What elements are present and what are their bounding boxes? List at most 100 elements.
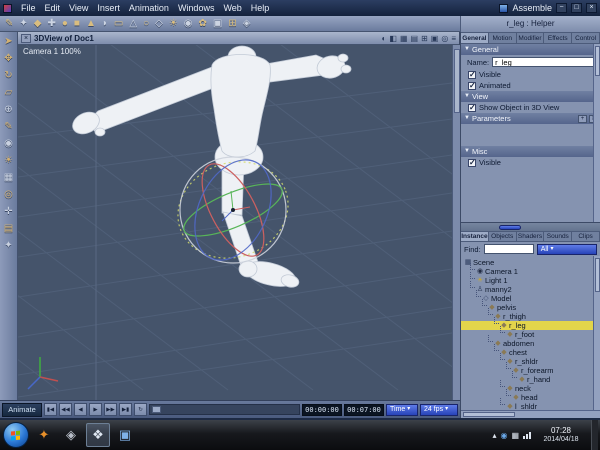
- diamond-icon[interactable]: ◆: [34, 17, 42, 31]
- tree-horizontal-scrollbar[interactable]: [461, 410, 600, 418]
- section-general[interactable]: General: [461, 44, 600, 55]
- cube-icon[interactable]: ■: [74, 17, 80, 31]
- panel-view-icon[interactable]: ▣: [431, 34, 439, 43]
- split-view-icon[interactable]: ◧: [389, 34, 397, 43]
- grid-view-icon[interactable]: ▦: [400, 34, 408, 43]
- plus-icon[interactable]: ✚: [47, 17, 55, 31]
- section-view[interactable]: View: [461, 91, 600, 102]
- grid-tool-icon[interactable]: ▦: [1, 170, 17, 187]
- camera-tool-icon[interactable]: ◉: [184, 17, 193, 31]
- menu-help[interactable]: Help: [251, 3, 270, 13]
- loop-button[interactable]: ↻: [134, 403, 147, 416]
- go-to-start-button[interactable]: ▮◀: [44, 403, 57, 416]
- taskbar-clock[interactable]: 07:28 2014/04/18: [535, 426, 587, 444]
- taskbar-app-1[interactable]: ✦: [32, 423, 56, 447]
- move-icon[interactable]: ✥: [1, 51, 17, 68]
- scrollbar-thumb[interactable]: [463, 412, 515, 417]
- select-arrow-icon[interactable]: ➤: [1, 34, 17, 51]
- rewind-button[interactable]: ◀◀: [59, 403, 72, 416]
- start-button[interactable]: [3, 422, 29, 448]
- tree-item-manny2[interactable]: manny2: [461, 281, 600, 294]
- tree-item-r-leg-selected[interactable]: r_leg: [461, 317, 600, 330]
- find-input[interactable]: [483, 244, 534, 254]
- menu-animation[interactable]: Animation: [129, 3, 169, 13]
- hidden-icons-arrow[interactable]: ▴: [492, 431, 496, 440]
- tab-objects[interactable]: Objects: [488, 231, 517, 242]
- zoom-icon[interactable]: ◎: [1, 187, 17, 204]
- tab-modifier[interactable]: Modifier: [516, 32, 545, 44]
- sun-light-icon[interactable]: ☀: [169, 17, 178, 31]
- panel-collapse-handle[interactable]: [499, 224, 521, 230]
- tree-item-head[interactable]: head: [461, 389, 600, 402]
- menu-view[interactable]: View: [69, 3, 88, 13]
- tree-scrollbar[interactable]: [593, 256, 600, 410]
- crosshair-icon[interactable]: ✛: [1, 204, 17, 221]
- tab-instance[interactable]: Instance: [461, 231, 489, 242]
- taskbar-app-3[interactable]: ▣: [113, 423, 137, 447]
- close-button[interactable]: ×: [586, 3, 597, 13]
- shading-mode-icon[interactable]: ◐: [382, 34, 387, 43]
- target-icon[interactable]: ◉: [1, 136, 17, 153]
- star-tool-icon[interactable]: ✦: [1, 238, 17, 255]
- tree-item-pelvis[interactable]: pelvis: [461, 299, 600, 312]
- grid-icon[interactable]: ⊞: [228, 17, 236, 31]
- plane-icon[interactable]: ▭: [114, 17, 123, 31]
- tree-item-camera[interactable]: Camera 1: [461, 263, 600, 276]
- add-icon[interactable]: ⊕: [1, 102, 17, 119]
- tab-clips[interactable]: Clips: [572, 231, 600, 242]
- menu-windows[interactable]: Windows: [178, 3, 215, 13]
- list-view-icon[interactable]: ▤: [411, 34, 419, 43]
- light-tool-icon[interactable]: ☀: [1, 153, 17, 170]
- particle-icon[interactable]: ✿: [199, 17, 207, 31]
- visible-checkbox[interactable]: [468, 70, 476, 79]
- tree-item-l-shldr[interactable]: l_shldr: [461, 398, 600, 410]
- viewport-menu-icon[interactable]: ≡: [451, 34, 456, 43]
- timeline-slider[interactable]: [149, 404, 300, 415]
- show-object-checkbox[interactable]: [468, 103, 476, 112]
- tab-control[interactable]: Control: [572, 32, 600, 44]
- render-preview-icon[interactable]: ◎: [441, 34, 448, 43]
- tab-shaders[interactable]: Shaders: [516, 231, 545, 242]
- step-back-button[interactable]: ◀: [74, 403, 87, 416]
- sphere-icon[interactable]: ●: [62, 17, 68, 31]
- maximize-button[interactable]: □: [571, 3, 582, 13]
- gem-icon[interactable]: ◇: [155, 17, 163, 31]
- tree-item-scene[interactable]: Scene: [461, 258, 600, 267]
- menu-web[interactable]: Web: [223, 3, 241, 13]
- tree-item-r-foot[interactable]: r_foot: [461, 326, 600, 339]
- menu-file[interactable]: File: [21, 3, 36, 13]
- animate-toggle-button[interactable]: Animate: [2, 402, 42, 417]
- scale-icon[interactable]: ▱: [1, 85, 17, 102]
- section-misc[interactable]: Misc: [461, 146, 600, 157]
- tree-item-abdomen[interactable]: abdomen: [461, 335, 600, 348]
- name-input[interactable]: [492, 57, 596, 67]
- viewport-close-icon[interactable]: ×: [21, 33, 31, 43]
- section-parameters[interactable]: Parameters + ≡: [461, 113, 600, 124]
- tray-app-icon[interactable]: ▦: [511, 431, 519, 440]
- tree-item-neck[interactable]: neck: [461, 380, 600, 393]
- time-unit-dropdown[interactable]: Time: [386, 403, 418, 416]
- pyramid-icon[interactable]: △: [129, 17, 137, 31]
- add-parameter-button[interactable]: +: [578, 114, 587, 123]
- menu-insert[interactable]: Insert: [97, 3, 120, 13]
- tree-item-chest[interactable]: chest: [461, 344, 600, 357]
- timeline-thumb[interactable]: [152, 406, 161, 413]
- pen-tool-icon[interactable]: ✎: [5, 17, 13, 31]
- properties-scrollbar[interactable]: [593, 44, 600, 222]
- tab-motion[interactable]: Motion: [488, 32, 517, 44]
- scrollbar-thumb[interactable]: [595, 258, 600, 292]
- go-to-end-button[interactable]: ▶▮: [119, 403, 132, 416]
- tree-item-r-shldr[interactable]: r_shldr: [461, 353, 600, 366]
- scrollbar-thumb[interactable]: [595, 46, 600, 76]
- network-icon[interactable]: [523, 431, 531, 439]
- add-view-icon[interactable]: ⊞: [421, 34, 428, 43]
- edit-pen-icon[interactable]: ✎: [1, 119, 17, 136]
- play-button[interactable]: ▶: [89, 403, 102, 416]
- half-sphere-icon[interactable]: ◗: [102, 17, 108, 31]
- tab-general[interactable]: General: [461, 32, 489, 44]
- tray-status-icon[interactable]: ◉: [500, 431, 507, 440]
- menu-edit[interactable]: Edit: [45, 3, 61, 13]
- tab-effects[interactable]: Effects: [544, 32, 573, 44]
- fast-forward-button[interactable]: ▶▶: [104, 403, 117, 416]
- rotate-icon[interactable]: ↻: [1, 68, 17, 85]
